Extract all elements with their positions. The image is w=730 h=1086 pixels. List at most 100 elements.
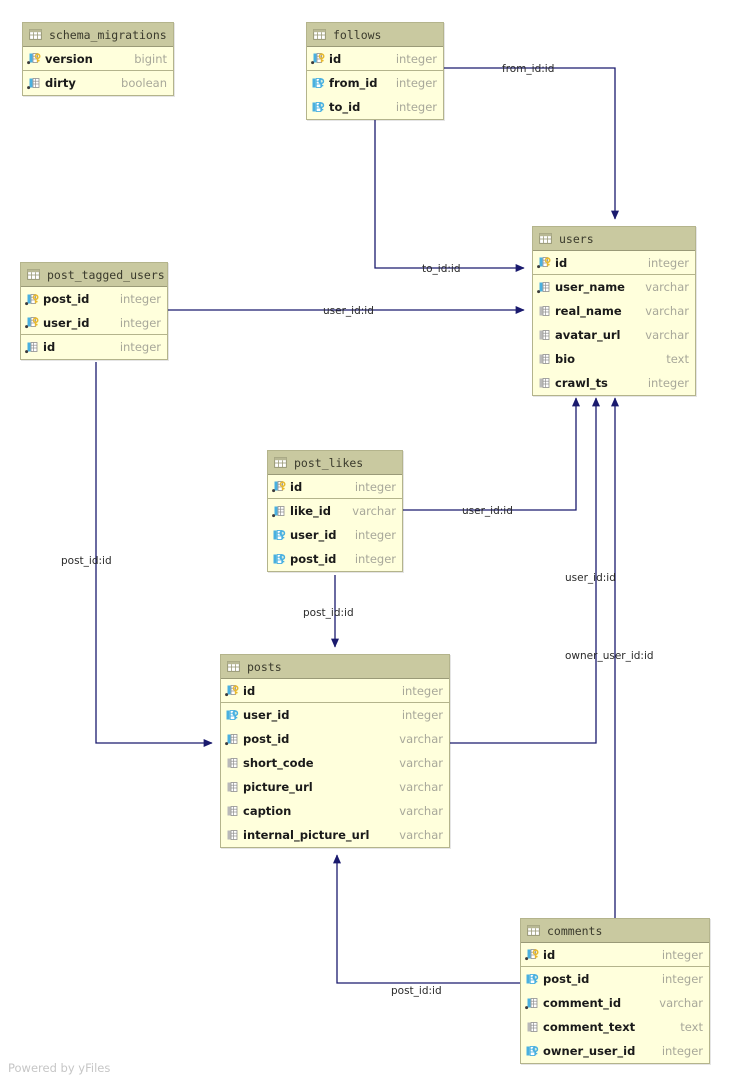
- table-title: post_tagged_users: [47, 267, 165, 282]
- table-node-follows[interactable]: follows id integer from_id integer to_id integ…: [306, 22, 444, 120]
- column-type: integer: [119, 292, 161, 306]
- column-type: boolean: [121, 76, 167, 90]
- column-type: integer: [395, 76, 437, 90]
- table-icon: [274, 457, 287, 468]
- table-row[interactable]: internal_picture_url varchar: [221, 823, 449, 847]
- table-header-post_likes[interactable]: post_likes: [268, 451, 402, 475]
- column-name: avatar_url: [555, 328, 621, 342]
- table-row[interactable]: short_code varchar: [221, 751, 449, 775]
- column-type: varchar: [645, 280, 689, 294]
- edge-label: owner_user_id:id: [565, 650, 654, 662]
- column-type: varchar: [399, 756, 443, 770]
- table-header-follows[interactable]: follows: [307, 23, 443, 47]
- column-name: comment_id: [543, 996, 622, 1010]
- table-icon: [313, 29, 326, 40]
- table-row[interactable]: user_id integer: [21, 311, 167, 335]
- column-name: user_id: [43, 315, 90, 330]
- column-name: from_id: [329, 76, 378, 90]
- table-row[interactable]: user_id integer: [221, 703, 449, 727]
- table-row[interactable]: dirty boolean: [23, 71, 173, 95]
- foreign-key-icon: [312, 77, 325, 88]
- table-row[interactable]: version bigint: [23, 47, 173, 71]
- column-type: integer: [661, 972, 703, 986]
- column-type: integer: [661, 947, 703, 962]
- diagram-canvas: schema_migrations version bigint dirty boole…: [0, 0, 730, 1086]
- table-row[interactable]: avatar_url varchar: [533, 323, 695, 347]
- column-name: caption: [243, 804, 292, 818]
- primary-key-icon: [25, 293, 39, 305]
- edge-label: user_id:id: [462, 505, 513, 517]
- column-name: comment_text: [543, 1020, 636, 1034]
- table-row[interactable]: post_id integer: [21, 287, 167, 311]
- column-type: varchar: [399, 828, 443, 842]
- indexed-column-icon: [537, 281, 550, 293]
- table-row[interactable]: from_id integer: [307, 71, 443, 95]
- table-node-comments[interactable]: comments id integer post_id integer comment_i…: [520, 918, 710, 1064]
- column-name: id: [43, 340, 56, 354]
- table-row[interactable]: id integer: [268, 475, 402, 499]
- edge-posts-user-id-users-id: [450, 397, 601, 744]
- column-type: integer: [354, 479, 396, 494]
- table-row[interactable]: id integer: [533, 251, 695, 275]
- table-row[interactable]: crawl_ts integer: [533, 371, 695, 395]
- column-name: to_id: [329, 100, 361, 114]
- table-title: posts: [247, 659, 282, 674]
- edge-label: to_id:id: [422, 263, 461, 275]
- indexed-column-icon: [25, 341, 38, 353]
- table-row[interactable]: picture_url varchar: [221, 775, 449, 799]
- column-name: id: [555, 255, 568, 270]
- table-row[interactable]: comment_id varchar: [521, 991, 709, 1015]
- primary-key-icon: [272, 481, 286, 493]
- table-row[interactable]: post_id integer: [268, 547, 402, 571]
- edge-label: post_id:id: [61, 555, 112, 567]
- table-row[interactable]: post_id integer: [521, 967, 709, 991]
- table-row[interactable]: id integer: [521, 943, 709, 967]
- table-node-users[interactable]: users id integer user_name varchar real_name v…: [532, 226, 696, 396]
- column-type: varchar: [399, 804, 443, 818]
- table-row[interactable]: bio text: [533, 347, 695, 371]
- table-header-comments[interactable]: comments: [521, 919, 709, 943]
- table-icon: [527, 925, 540, 936]
- edge-comments-post-id-posts-id: [332, 854, 520, 984]
- table-row[interactable]: user_id integer: [268, 523, 402, 547]
- column-name: user_name: [555, 280, 625, 294]
- table-node-posts[interactable]: posts id integer user_id integer post_id varch…: [220, 654, 450, 848]
- indexed-column-icon: [525, 997, 538, 1009]
- table-row[interactable]: user_name varchar: [533, 275, 695, 299]
- table-row[interactable]: id integer: [21, 335, 167, 359]
- table-header-users[interactable]: users: [533, 227, 695, 251]
- foreign-key-icon: [273, 529, 286, 540]
- table-title: users: [559, 231, 594, 246]
- column-type: integer: [401, 708, 443, 722]
- column-name: crawl_ts: [555, 376, 608, 390]
- table-row[interactable]: to_id integer: [307, 95, 443, 119]
- table-row[interactable]: comment_text text: [521, 1015, 709, 1039]
- table-columns-comments: id integer post_id integer comment_id varchar…: [521, 943, 709, 1063]
- table-row[interactable]: caption varchar: [221, 799, 449, 823]
- table-row[interactable]: like_id varchar: [268, 499, 402, 523]
- table-header-post_tagged_users[interactable]: post_tagged_users: [21, 263, 167, 287]
- column-icon: [527, 1021, 538, 1032]
- table-header-schema_migrations[interactable]: schema_migrations: [23, 23, 173, 47]
- column-name: id: [543, 947, 556, 962]
- column-name: post_id: [290, 552, 337, 566]
- column-type: varchar: [645, 304, 689, 318]
- column-name: post_id: [543, 972, 590, 986]
- table-columns-users: id integer user_name varchar real_name varcha…: [533, 251, 695, 395]
- primary-key-icon: [311, 53, 325, 65]
- indexed-column-icon: [225, 733, 238, 745]
- table-row[interactable]: id integer: [221, 679, 449, 703]
- table-node-schema_migrations[interactable]: schema_migrations version bigint dirty boole…: [22, 22, 174, 96]
- table-header-posts[interactable]: posts: [221, 655, 449, 679]
- edge-label: user_id:id: [323, 305, 374, 317]
- table-row[interactable]: owner_user_id integer: [521, 1039, 709, 1063]
- foreign-key-icon: [526, 1045, 539, 1056]
- primary-key-icon: [537, 257, 551, 269]
- table-row[interactable]: real_name varchar: [533, 299, 695, 323]
- table-row[interactable]: post_id varchar: [221, 727, 449, 751]
- edge-label: from_id:id: [502, 63, 555, 75]
- table-node-post_likes[interactable]: post_likes id integer like_id varchar user_id…: [267, 450, 403, 572]
- table-node-post_tagged_users[interactable]: post_tagged_users post_id integer user_id in…: [20, 262, 168, 360]
- table-row[interactable]: id integer: [307, 47, 443, 71]
- column-type: text: [666, 352, 689, 366]
